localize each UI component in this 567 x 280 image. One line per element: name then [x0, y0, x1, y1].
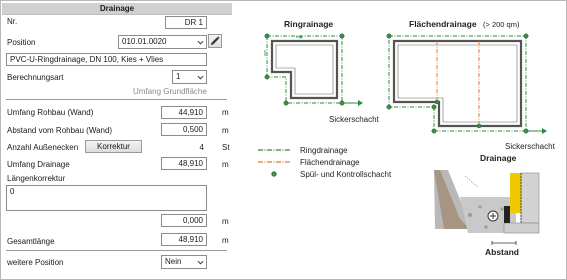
- unit-label: m: [222, 126, 229, 135]
- sickerschacht-label-2: Sickerschacht: [505, 142, 556, 151]
- flaeche-title: Flächendrainage: [409, 19, 477, 29]
- unit-label: St: [222, 143, 230, 152]
- divider: [6, 99, 227, 100]
- legend-schacht-label: Spül- und Kontrollschacht: [300, 170, 392, 179]
- gesamtlaenge-field[interactable]: 48,910: [161, 233, 207, 246]
- chevron-down-icon: [197, 75, 204, 80]
- laengenkorrektur-label: Längenkorrektur: [7, 174, 66, 183]
- section-title: Drainage: [480, 153, 517, 163]
- ringdrainage-plan: Sickerschacht: [264, 33, 380, 124]
- sickerschacht-label-1: Sickerschacht: [329, 115, 380, 124]
- berechnungsart-label: Berechnungsart: [7, 73, 64, 82]
- abstand-detail-label: Abstand: [485, 247, 519, 257]
- abstand-label: Abstand vom Rohbau (Wand): [7, 126, 113, 135]
- nr-label: Nr.: [7, 17, 18, 26]
- edit-position-button[interactable]: [208, 34, 222, 48]
- weitere-position-label: weitere Position: [7, 258, 64, 267]
- aussenecken-value: 4: [199, 143, 204, 152]
- laengenkorrektur-field[interactable]: 0,000: [161, 214, 207, 227]
- chevron-down-icon: [197, 260, 204, 265]
- umfang-grundflaeche-label: Umfang Grundfläche: [133, 87, 207, 96]
- laengenkorrektur-textarea[interactable]: 0: [6, 185, 207, 211]
- aussenecken-label: Anzahl Außenecken: [7, 143, 79, 152]
- unit-label: m: [222, 108, 229, 117]
- position-value: 010.01.0020: [122, 37, 167, 46]
- umfang-drainage-field[interactable]: 48,910: [161, 157, 207, 170]
- umfang-rohbau-label: Umfang Rohbau (Wand): [7, 108, 94, 117]
- nr-field[interactable]: DR 1: [165, 16, 207, 29]
- description-field[interactable]: PVC-U-Ringdrainage, DN 100, Kies + Vlies: [6, 53, 207, 66]
- divider: [6, 250, 227, 251]
- unit-label: m: [222, 236, 229, 245]
- chevron-down-icon: [197, 40, 204, 45]
- laengenkorrektur-text: 0: [10, 187, 15, 196]
- position-select[interactable]: 010.01.0020: [118, 35, 207, 49]
- umfang-rohbau-field[interactable]: 44,910: [161, 106, 207, 119]
- ring-title: Ringrainage: [284, 19, 333, 29]
- korrektur-button[interactable]: Korrektur: [85, 140, 142, 153]
- drainage-section-detail: Drainage Abstand: [425, 153, 540, 257]
- legend-flaeche-label: Flächendrainage: [300, 158, 360, 167]
- weitere-position-value: Nein: [165, 257, 182, 266]
- abstand-field[interactable]: 0,500: [161, 123, 207, 136]
- position-label: Position: [7, 38, 36, 47]
- gesamtlaenge-label: Gesamtlänge: [7, 237, 55, 246]
- header-title: Drainage: [99, 4, 135, 13]
- header-bar: Drainage: [2, 3, 232, 15]
- unit-label: m: [222, 217, 229, 226]
- legend-schacht-dot: [271, 171, 277, 177]
- diagram-legend: Ringdrainage Flächendrainage Spül- und K…: [258, 146, 392, 179]
- legend-ring-label: Ringdrainage: [300, 146, 348, 155]
- flaechendrainage-plan: Sickerschacht: [386, 33, 556, 151]
- drainage-diagram: Ringrainage Flächendrainage (> 200 qm) S…: [258, 19, 556, 257]
- flaeche-note: (> 200 qm): [483, 20, 520, 29]
- drainage-dialog: Drainage Nr. DR 1 Position 010.01.0020 P…: [0, 0, 567, 280]
- umfang-drainage-label: Umfang Drainage: [7, 160, 70, 169]
- unit-label: m: [222, 160, 229, 169]
- pencil-icon: [211, 36, 220, 45]
- berechnungsart-value: 1: [176, 72, 181, 81]
